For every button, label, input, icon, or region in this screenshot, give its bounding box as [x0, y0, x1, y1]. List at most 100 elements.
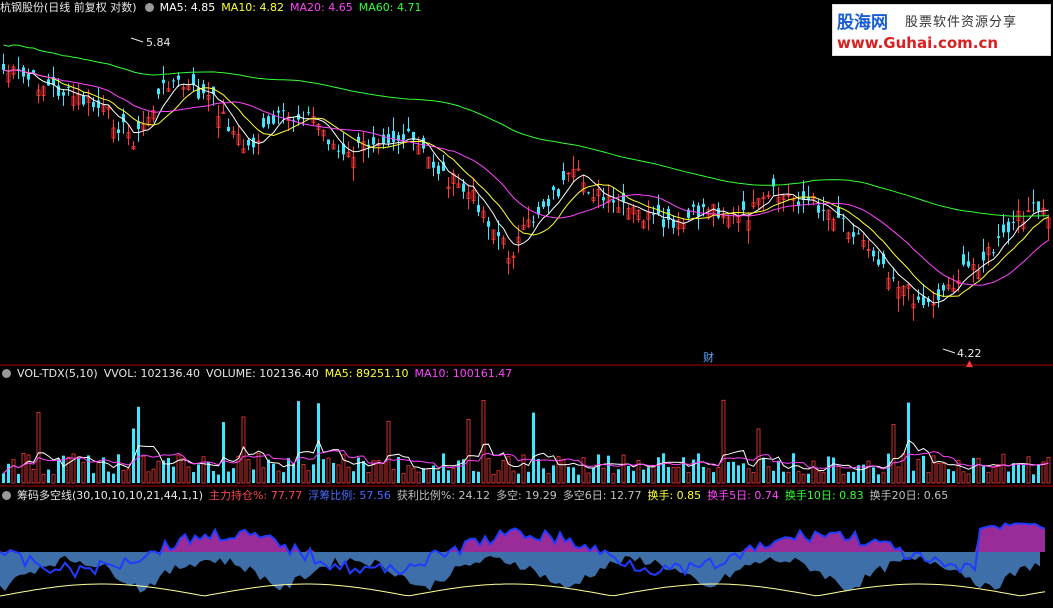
- candle-body: [817, 205, 820, 213]
- volume-bar: [112, 473, 115, 483]
- volume-bar: [841, 473, 846, 484]
- candle-body: [62, 92, 65, 96]
- volume-bar: [437, 470, 440, 483]
- ma5-line: [3, 69, 1049, 304]
- candle-body: [857, 233, 860, 235]
- volume-bar: [716, 467, 721, 484]
- volume-bar: [762, 457, 765, 483]
- candle-body: [402, 134, 405, 140]
- volume-bar: [852, 471, 855, 483]
- candle-body: [942, 284, 945, 291]
- candle-body: [1002, 224, 1005, 233]
- volume-bar: [552, 465, 555, 483]
- volume-bar: [381, 462, 386, 484]
- volume-bar: [92, 473, 95, 483]
- volume-bar: [702, 466, 705, 483]
- volume-bar: [306, 470, 311, 484]
- volume-bar: [662, 453, 665, 483]
- chart-canvas[interactable]: 5.84 4.22 财 ▲: [0, 0, 1053, 608]
- volume-bar: [857, 465, 860, 483]
- volume-bar: [792, 453, 795, 483]
- volume-bar: [742, 463, 745, 483]
- volume-bar: [796, 471, 801, 484]
- volume-bar: [156, 460, 161, 484]
- candle-body: [497, 232, 500, 237]
- volume-bar: [966, 473, 971, 484]
- volume-bar: [996, 464, 1001, 484]
- volume-bar: [916, 459, 921, 484]
- volume-bar: [597, 454, 600, 483]
- candle-body: [392, 130, 395, 142]
- moving-averages-layer: [3, 44, 1049, 304]
- volume-bar: [57, 458, 60, 483]
- volume-bar: [772, 470, 775, 483]
- volume-bar: [827, 456, 830, 483]
- ma10-line: [3, 69, 1049, 297]
- volume-bar: [261, 467, 266, 484]
- candle-body: [872, 250, 875, 257]
- volume-bar: [246, 459, 251, 484]
- candle-body: [407, 128, 410, 132]
- volume-bar: [686, 472, 691, 484]
- ma60-line: [3, 44, 1049, 217]
- volume-bar: [847, 471, 850, 483]
- volume-bar: [481, 400, 486, 484]
- candle-body: [562, 171, 565, 180]
- period-low-pointer: [942, 348, 956, 354]
- volume-bar: [872, 467, 875, 483]
- candle-body: [1032, 202, 1035, 204]
- volume-bar: [607, 455, 610, 483]
- volume-bar: [276, 470, 281, 484]
- volume-bar: [466, 418, 471, 484]
- volume-bar: [632, 470, 635, 483]
- volume-bar: [682, 457, 685, 483]
- volume-bar: [312, 464, 315, 483]
- finance-event-marker[interactable]: 财: [703, 350, 714, 364]
- candle-body: [997, 236, 1000, 238]
- red-signal-marker: ▲: [966, 359, 973, 369]
- candle-body: [962, 254, 965, 265]
- volume-bar: [292, 463, 295, 483]
- candle-body: [252, 137, 255, 148]
- candle-body: [837, 207, 840, 218]
- volume-bar: [81, 461, 86, 484]
- ma20-line: [3, 69, 1049, 286]
- volume-bar: [391, 468, 396, 484]
- volume-bar: [352, 471, 355, 483]
- volume-bar: [472, 470, 475, 483]
- candle-body: [487, 221, 490, 227]
- volume-bar: [777, 460, 780, 483]
- candle-body: [387, 134, 390, 144]
- volume-bar: [657, 457, 660, 483]
- volume-bar: [746, 468, 751, 484]
- chip-purple-area: [0, 523, 1045, 552]
- volume-bar: [537, 458, 540, 483]
- volume-bar: [912, 470, 915, 483]
- candle-body: [992, 252, 995, 254]
- volume-bar: [256, 452, 261, 484]
- volume-bar: [1032, 474, 1035, 483]
- period-high-pointer: [130, 37, 144, 43]
- volume-bar: [7, 463, 10, 483]
- candle-body: [67, 86, 70, 88]
- volume-bar: [986, 471, 991, 484]
- volume-bars-layer: [2, 399, 1051, 484]
- volume-bar: [322, 459, 325, 483]
- volume-bar: [96, 461, 101, 484]
- volume-bar: [192, 472, 195, 483]
- volume-bar: [511, 470, 516, 484]
- candle-body: [202, 84, 205, 94]
- candle-body: [27, 74, 30, 80]
- stock-chart-window: 杭钢股份(日线 前复权 对数) MA5: 4.85 MA10: 4.82 MA20: …: [0, 0, 1053, 608]
- volume-bar: [447, 470, 450, 483]
- candle-body: [1026, 210, 1031, 213]
- volume-bar: [1041, 461, 1046, 484]
- volume-bar: [397, 457, 400, 483]
- volume-bar: [301, 464, 306, 484]
- period-high-label: 5.84: [146, 36, 171, 49]
- candle-body: [967, 261, 970, 267]
- candle-body: [82, 95, 85, 105]
- volume-bar: [712, 472, 715, 483]
- volume-bar: [572, 467, 575, 483]
- volume-bar: [207, 462, 210, 483]
